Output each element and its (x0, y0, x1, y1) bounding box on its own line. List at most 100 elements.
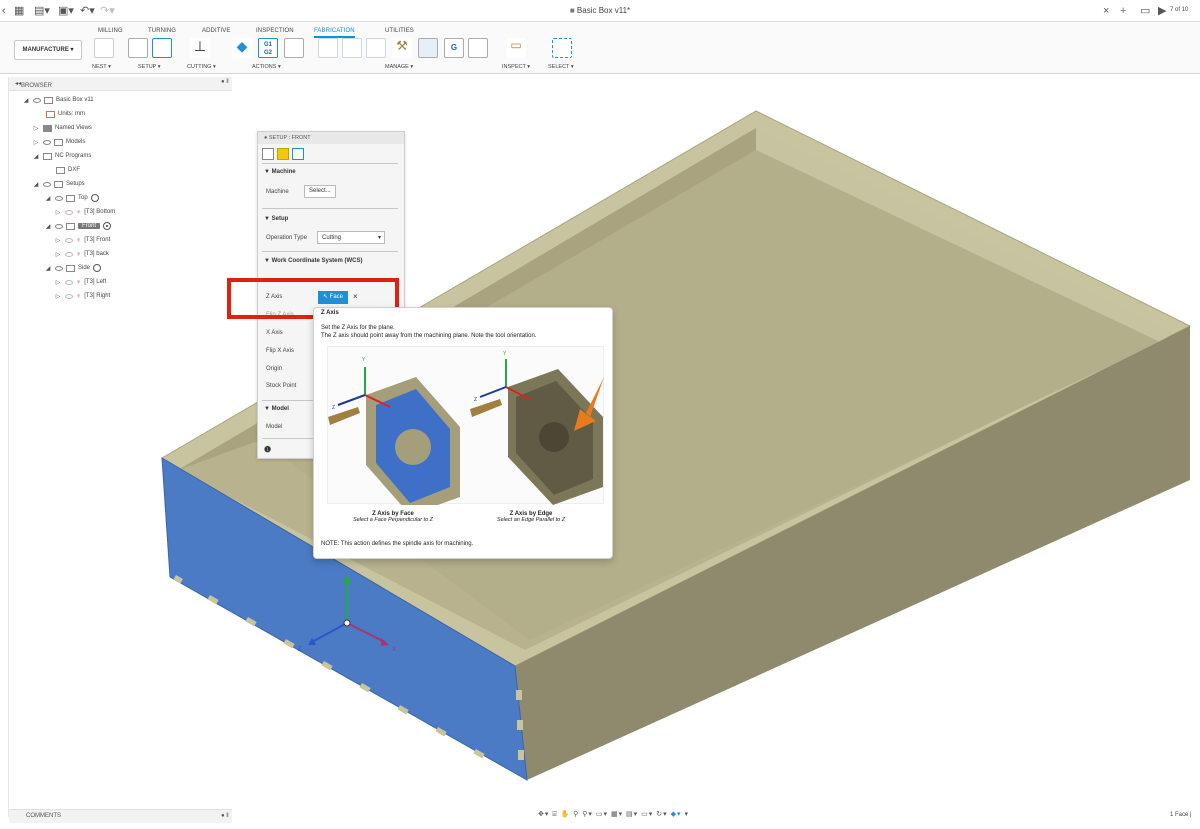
setup-sheet-icon[interactable] (152, 38, 172, 58)
group-actions[interactable]: ACTIONS ▾ (252, 64, 281, 70)
tree-item-op-right[interactable]: ▷ ♀ [T3] Right (54, 290, 111, 302)
tree-item-op-back[interactable]: ▷ ♀ [T3] back (54, 248, 109, 260)
simulate-icon[interactable]: ◆ (232, 38, 252, 58)
look-at-icon[interactable]: ⌸ (552, 811, 557, 818)
tab-stock-icon[interactable] (277, 148, 289, 160)
group-select[interactable]: SELECT ▾ (548, 64, 574, 70)
tab-setup-icon[interactable] (262, 148, 274, 160)
expand-icon[interactable]: ◢ (44, 265, 52, 272)
collapsed-icon[interactable]: ▷ (32, 139, 40, 146)
display-settings-icon[interactable]: ▭▾ (596, 811, 608, 818)
setup-sheet-doc-icon[interactable] (284, 38, 304, 58)
visibility-icon[interactable] (65, 209, 73, 215)
tab-milling[interactable]: MILLING (98, 28, 123, 34)
new-tab-icon[interactable]: + (1120, 5, 1126, 17)
tab-utilities[interactable]: UTILITIES (385, 28, 414, 34)
group-inspect[interactable]: INSPECT ▾ (502, 64, 530, 70)
visibility-icon[interactable] (55, 223, 63, 229)
active-setup-radio[interactable] (90, 194, 99, 202)
wcs-section-header[interactable]: ▼ Work Coordinate System (WCS) (264, 258, 363, 264)
tree-item-units[interactable]: Units: mm (46, 108, 85, 120)
orbit-icon[interactable]: ✥▾ (538, 811, 549, 818)
expand-icon[interactable]: ◢ (22, 97, 30, 104)
visibility-icon[interactable] (43, 181, 51, 187)
group-cutting[interactable]: CUTTING ▾ (187, 64, 216, 70)
tab-fabrication[interactable]: FABRICATION (314, 28, 355, 38)
tab-inspection[interactable]: INSPECTION (256, 28, 294, 34)
close-tab-icon[interactable]: × (1103, 5, 1109, 17)
tree-item-op-front[interactable]: ▷ ♀ [T3] Front (54, 234, 111, 246)
browser-header[interactable]: ◂◂ BROWSER ● ‖ (9, 77, 232, 91)
simulation-icon[interactable]: ↻▾ (656, 811, 667, 818)
collapsed-icon[interactable]: ▷ (32, 125, 40, 132)
expand-icon[interactable]: ◢ (44, 223, 52, 230)
collapsed-icon[interactable]: ▷ (54, 209, 62, 216)
workspace-switcher[interactable]: MANUFACTURE ▾ (14, 40, 82, 60)
notifications-icon[interactable]: ▶ (1158, 5, 1166, 17)
comments-panel[interactable]: COMMENTS ● ‖ (9, 809, 232, 823)
active-setup-radio[interactable] (103, 222, 112, 230)
cutting-tool-icon[interactable]: ⊥ (190, 38, 210, 58)
setup-folder-icon[interactable] (128, 38, 148, 58)
group-nest[interactable]: NEST ▾ (92, 64, 111, 70)
collapsed-icon[interactable]: ▷ (54, 251, 62, 258)
tree-item-setups[interactable]: ◢ Setups (32, 178, 85, 190)
grid-settings-icon[interactable]: ▦▾ (611, 811, 623, 818)
visibility-icon[interactable] (65, 251, 73, 257)
info-icon[interactable]: ❶ (264, 445, 271, 454)
nest-icon[interactable] (94, 38, 114, 58)
model-section-header[interactable]: ▼ Model (264, 406, 289, 412)
visibility-icon[interactable] (65, 237, 73, 243)
visibility-icon[interactable] (65, 279, 73, 285)
tab-turning[interactable]: TURNING (148, 28, 176, 34)
zoom-icon[interactable]: ⚲ (573, 811, 579, 818)
tree-item-op-bottom[interactable]: ▷ ♀ [T3] Bottom (54, 206, 116, 218)
expand-icon[interactable]: ◢ (32, 153, 40, 160)
tree-item-models[interactable]: ▷ Models (32, 136, 85, 148)
filter-icon[interactable]: ▾ (684, 811, 689, 818)
operation-type-select[interactable]: Cutting (317, 231, 385, 244)
tree-item-op-left[interactable]: ▷ ♀ [T3] Left (54, 276, 107, 288)
tree-item-setup-front[interactable]: ◢ Front (44, 220, 112, 232)
group-setup[interactable]: SETUP ▾ (138, 64, 161, 70)
tree-item-setup-side[interactable]: ◢ Side (44, 262, 102, 274)
visibility-icon[interactable] (65, 293, 73, 299)
visibility-icon[interactable] (55, 195, 63, 201)
setup-section-header[interactable]: ▼ Setup (264, 216, 288, 222)
tree-item-nc-programs[interactable]: ◢ NC Programs (32, 150, 91, 162)
active-setup-radio[interactable] (93, 264, 102, 272)
browser-pin-icon[interactable]: ● ‖ (221, 79, 229, 85)
dialog-header[interactable]: ● SETUP : FRONT (258, 132, 404, 144)
comments-pin-icon[interactable]: ● ‖ (221, 813, 229, 819)
manage-tool-icon[interactable] (366, 38, 386, 58)
tab-post-icon[interactable] (292, 148, 304, 160)
fit-icon[interactable]: ⚲▾ (582, 811, 593, 818)
expand-icon[interactable]: ◢ (44, 195, 52, 202)
inspect-measure-icon[interactable]: ▭ (506, 38, 526, 58)
manage-library-icon[interactable] (318, 38, 338, 58)
visibility-icon[interactable] (43, 139, 51, 145)
tree-item-setup-top[interactable]: ◢ Top (44, 192, 99, 204)
select-window-icon[interactable] (552, 38, 572, 58)
collapsed-icon[interactable]: ▷ (54, 293, 62, 300)
post-process-icon[interactable]: G1 G2 (258, 38, 278, 58)
manage-template-icon[interactable] (342, 38, 362, 58)
group-manage[interactable]: MANAGE ▾ (385, 64, 413, 70)
expand-icon[interactable]: ◢ (32, 181, 40, 188)
manage-fixture-icon[interactable]: ⚒ (392, 38, 412, 58)
collapsed-icon[interactable]: ▷ (54, 237, 62, 244)
viewports-icon[interactable]: ▤▾ (626, 811, 638, 818)
toolpath-display-icon[interactable]: ◆▾ (671, 811, 682, 818)
machine-select-button[interactable]: Select... (304, 185, 336, 198)
manage-post-icon[interactable] (468, 38, 488, 58)
manage-g-icon[interactable]: G (444, 38, 464, 58)
pan-icon[interactable]: ✋ (561, 811, 571, 818)
collapsed-icon[interactable]: ▷ (54, 279, 62, 286)
tree-item-dxf[interactable]: DXF (56, 164, 80, 176)
manage-machine-icon[interactable] (418, 38, 438, 58)
visibility-icon[interactable] (33, 97, 41, 103)
machine-section-header[interactable]: ▼ Machine (264, 169, 296, 175)
job-status-icon[interactable]: ▭ (1140, 5, 1150, 17)
tree-item-named-views[interactable]: ▷ Named Views (32, 122, 92, 134)
stock-display-icon[interactable]: ▭▾ (641, 811, 653, 818)
